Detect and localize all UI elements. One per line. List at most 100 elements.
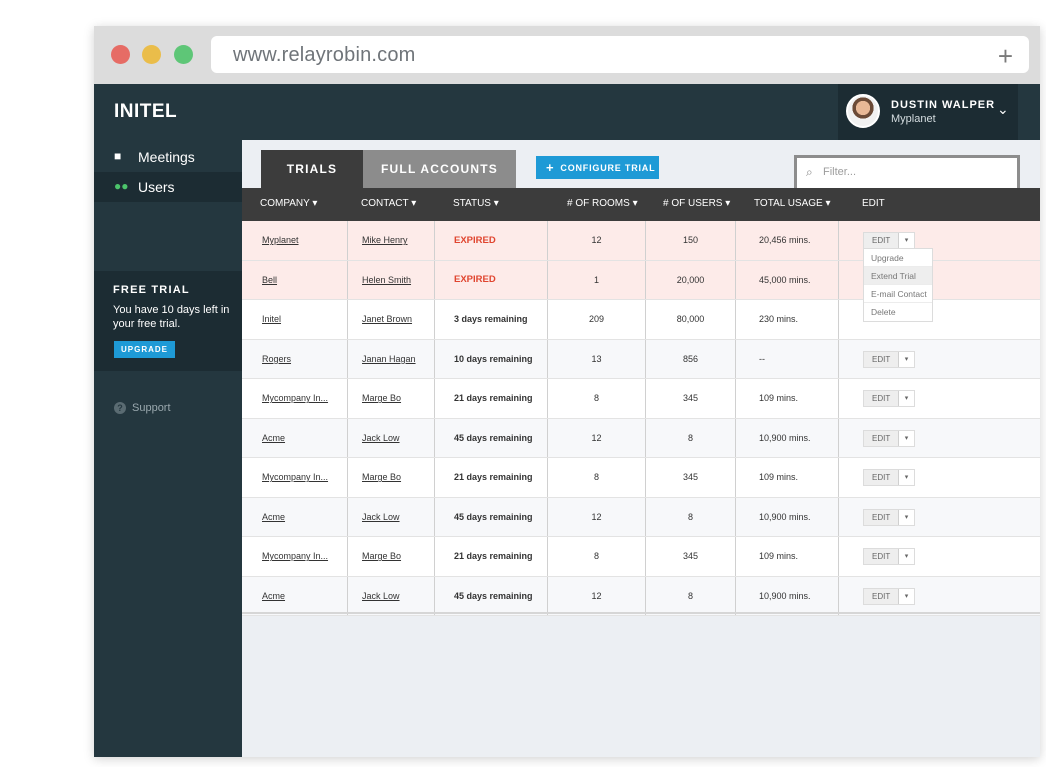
status-badge: 21 days remaining [454,551,533,562]
column-header-usage[interactable]: TOTAL USAGE ▾ [754,198,831,209]
support-link[interactable]: ? Support [114,402,171,414]
contact-link[interactable]: Marge Bo [362,379,401,418]
column-divider [735,221,736,260]
column-header-users[interactable]: # OF USERS ▾ [663,198,730,209]
contact-link[interactable]: Mike Henry [362,221,408,260]
company-link[interactable]: Acme [262,577,285,616]
dropdown-item-upgrade[interactable]: Upgrade [864,249,932,267]
column-divider [838,418,839,457]
chevron-down-icon[interactable]: ▾ [898,351,914,367]
edit-button[interactable]: EDIT ▾ [863,587,915,605]
company-link[interactable]: Mycompany In... [262,379,328,418]
column-divider [434,537,435,576]
column-divider [434,418,435,457]
users-count: 8 [687,590,693,601]
configure-trial-button[interactable]: + CONFIGURE TRIAL [536,156,659,179]
edit-button[interactable]: EDIT ▾ [863,548,915,565]
new-tab-icon[interactable]: + [998,41,1013,72]
column-header-company[interactable]: COMPANY ▾ [260,198,317,209]
plus-icon: + [546,160,555,175]
search-icon: ⌕ [806,165,813,179]
users-count: 8 [687,432,693,443]
column-divider [735,458,736,497]
column-divider [735,497,736,536]
column-divider [347,418,348,457]
sidebar-item-users[interactable]: ●● Users [94,172,242,202]
table-row: Acme Jack Low 45 days remaining 12 8 10,900 m… [242,497,1040,537]
company-link[interactable]: Bell [262,261,277,300]
edit-button[interactable]: EDIT ▾ [863,232,915,249]
total-usage: 45,000 mins. [759,274,811,285]
status-badge: 45 days remaining [454,511,533,522]
chevron-down-icon[interactable]: ▾ [898,549,914,564]
chevron-down-icon[interactable]: ▾ [898,430,914,446]
edit-button[interactable]: EDIT ▾ [863,508,915,526]
chevron-down-icon[interactable]: ▾ [898,233,914,248]
column-divider [434,379,435,418]
column-header-contact[interactable]: CONTACT ▾ [361,198,416,209]
tab-full-accounts[interactable]: FULL ACCOUNTS [363,150,516,188]
edit-label: EDIT [872,394,891,403]
company-link[interactable]: Rogers [262,340,291,379]
browser-chrome: www.relayrobin.com + [94,26,1040,84]
contact-link[interactable]: Marge Bo [362,537,401,576]
edit-button[interactable]: EDIT ▾ [863,350,915,368]
edit-dropdown-menu: Upgrade Extend Trial E-mail Contact Dele… [863,248,933,322]
avatar [846,94,880,128]
column-divider [434,339,435,378]
column-header-rooms[interactable]: # OF ROOMS ▾ [567,198,638,209]
edit-button[interactable]: EDIT ▾ [863,469,915,486]
maximize-window-button[interactable] [174,45,193,64]
contact-link[interactable]: Janet Brown [362,300,412,339]
sidebar-item-label: Users [138,179,175,195]
total-usage: -- [759,353,765,364]
column-divider [347,260,348,299]
contact-link[interactable]: Marge Bo [362,458,401,497]
contact-link[interactable]: Helen Smith [362,261,411,300]
dropdown-item-email-contact[interactable]: E-mail Contact [864,285,932,303]
user-menu[interactable]: DUSTIN WALPER Myplanet ⌄ [838,84,1018,140]
chat-bubbles-icon: ■ [114,149,122,163]
dropdown-item-extend-trial[interactable]: Extend Trial [864,267,932,285]
chevron-down-icon[interactable]: ▾ [898,509,914,525]
company-link[interactable]: Acme [262,498,285,537]
address-bar[interactable]: www.relayrobin.com + [211,36,1029,73]
contact-link[interactable]: Janan Hagan [362,340,416,379]
sidebar-item-meetings[interactable]: ■ Meetings [94,142,242,172]
column-divider [735,300,736,339]
chevron-down-icon[interactable]: ▾ [898,470,914,485]
company-link[interactable]: Myplanet [262,221,299,260]
table-row: Rogers Janan Hagan 10 days remaining 13 856 -… [242,339,1040,379]
company-link[interactable]: Mycompany In... [262,458,328,497]
edit-button[interactable]: EDIT ▾ [863,429,915,447]
close-window-button[interactable] [111,45,130,64]
rooms-count: 12 [591,590,602,601]
company-link[interactable]: Initel [262,300,281,339]
chevron-down-icon[interactable]: ▾ [898,588,914,604]
status-badge: 45 days remaining [454,590,533,601]
dropdown-item-delete[interactable]: Delete [864,303,932,321]
users-icon: ●● [114,179,129,193]
users-count: 345 [682,551,699,562]
contact-link[interactable]: Jack Low [362,498,400,537]
contact-link[interactable]: Jack Low [362,577,400,616]
edit-button[interactable]: EDIT ▾ [863,390,915,407]
total-usage: 109 mins. [759,472,799,483]
chevron-down-icon[interactable]: ▾ [898,391,914,406]
column-divider [838,537,839,576]
free-trial-panel: FREE TRIAL You have 10 days left in your… [94,271,242,371]
filter-input[interactable] [823,166,1003,178]
status-badge: EXPIRED [454,234,496,246]
company-link[interactable]: Mycompany In... [262,537,328,576]
status-badge: 3 days remaining [454,314,528,325]
chevron-down-icon[interactable]: ⌄ [997,101,1009,118]
minimize-window-button[interactable] [142,45,161,64]
rooms-count: 8 [593,472,599,483]
rooms-count: 8 [593,393,599,404]
column-header-status[interactable]: STATUS ▾ [453,198,499,209]
table-row: Mycompany In... Marge Bo 21 days remaining… [242,379,1040,419]
upgrade-button[interactable]: UPGRADE [114,341,175,358]
contact-link[interactable]: Jack Low [362,419,400,458]
tab-trials[interactable]: TRIALS [261,150,363,188]
company-link[interactable]: Acme [262,419,285,458]
